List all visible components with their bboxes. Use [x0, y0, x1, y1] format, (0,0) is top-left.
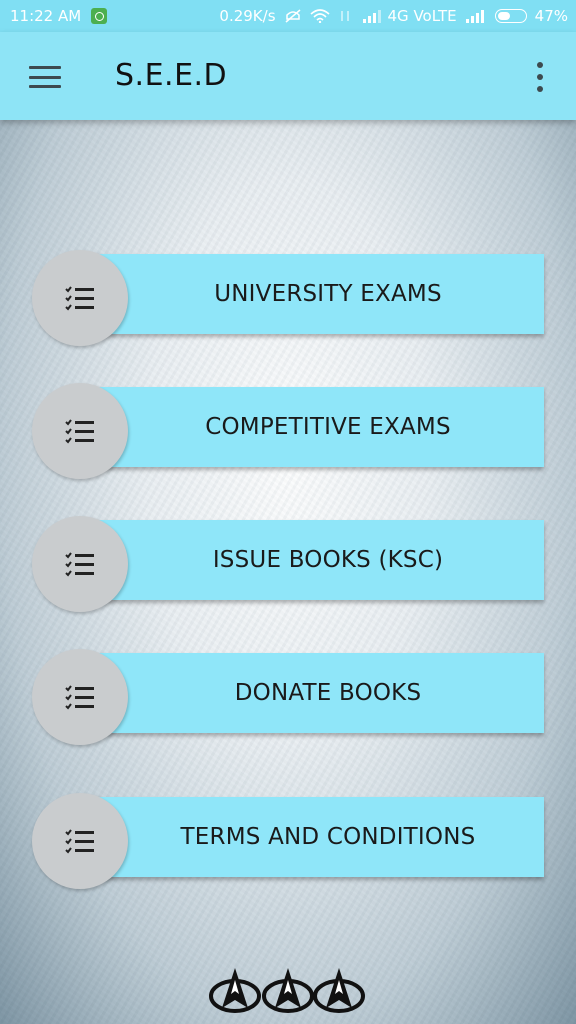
- data-arrows-icon: [336, 9, 354, 23]
- terms-and-conditions-button[interactable]: TERMS AND CONDITIONS: [32, 793, 544, 889]
- signal-icon-2: [465, 9, 484, 23]
- mute-icon: [284, 9, 302, 23]
- menu-item-bar[interactable]: TERMS AND CONDITIONS: [92, 797, 544, 877]
- menu-item-label: TERMS AND CONDITIONS: [180, 824, 476, 850]
- menu-item-bar[interactable]: COMPETITIVE EXAMS: [92, 387, 544, 467]
- battery-level: [497, 12, 510, 20]
- issue-books-button[interactable]: ISSUE BOOKS (KSC): [32, 516, 544, 612]
- donate-books-button[interactable]: DONATE BOOKS: [32, 649, 544, 745]
- checklist-icon[interactable]: [32, 383, 128, 479]
- menu-item-label: UNIVERSITY EXAMS: [214, 281, 442, 307]
- university-exams-button[interactable]: UNIVERSITY EXAMS: [32, 250, 544, 346]
- menu-item-label: DONATE BOOKS: [234, 680, 422, 706]
- menu-item-label: ISSUE BOOKS (KSC): [212, 547, 444, 573]
- menu-item-bar[interactable]: UNIVERSITY EXAMS: [92, 254, 544, 334]
- more-vert-icon[interactable]: [534, 62, 546, 92]
- wifi-icon: [309, 9, 330, 24]
- checklist-icon[interactable]: [32, 250, 128, 346]
- menu-item-label: COMPETITIVE EXAMS: [205, 414, 451, 440]
- menu-item-bar[interactable]: DONATE BOOKS: [92, 653, 544, 733]
- app-screen: 11:22 AM 0.29K/s 4G VoLTE 47% S.E.E.D UN…: [0, 0, 576, 1024]
- network-speed: 0.29K/s: [219, 7, 276, 25]
- checklist-icon[interactable]: [32, 793, 128, 889]
- status-time: 11:22 AM: [10, 7, 82, 25]
- battery-percent: 47%: [534, 7, 568, 25]
- status-bar: 11:22 AM 0.29K/s 4G VoLTE 47%: [0, 0, 576, 32]
- signal-icon: [362, 9, 381, 23]
- starfleet-delta-logo: [208, 966, 368, 1018]
- alarm-icon: [91, 8, 108, 24]
- menu-item-bar[interactable]: ISSUE BOOKS (KSC): [92, 520, 544, 600]
- network-label: 4G VoLTE: [387, 7, 457, 25]
- hamburger-menu-icon[interactable]: [29, 66, 61, 88]
- checklist-icon[interactable]: [32, 649, 128, 745]
- checklist-icon[interactable]: [32, 516, 128, 612]
- app-title: S.E.E.D: [115, 58, 228, 93]
- app-bar: S.E.E.D: [0, 32, 576, 120]
- competitive-exams-button[interactable]: COMPETITIVE EXAMS: [32, 383, 544, 479]
- battery-icon: [494, 9, 527, 23]
